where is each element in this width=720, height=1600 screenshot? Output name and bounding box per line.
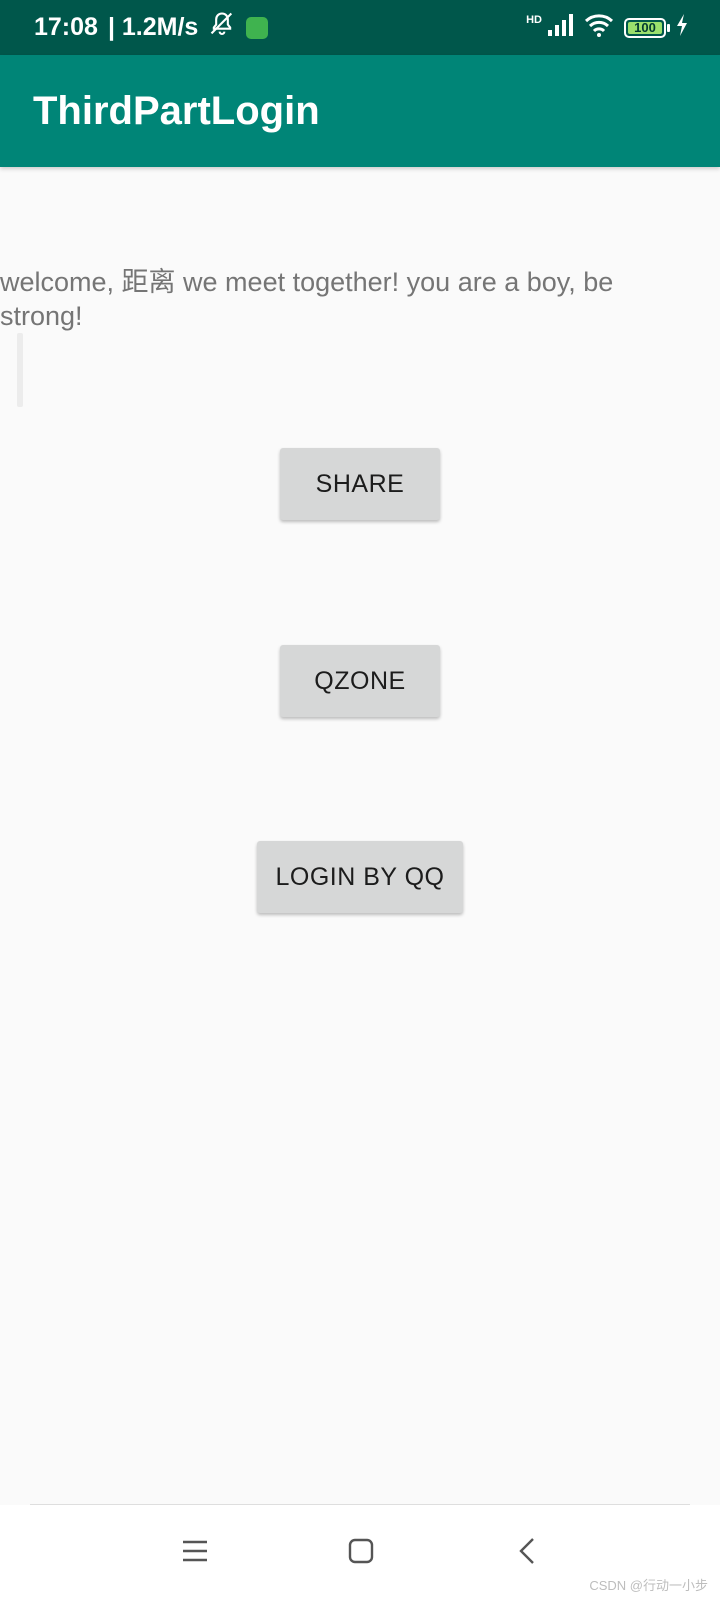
welcome-message: welcome, 距离 we meet together! you are a … [0, 267, 614, 331]
app-screen: 17:08 | 1.2M/s HD 100 ThirdPartLogin wel… [0, 0, 720, 1600]
share-button[interactable]: SHARE [280, 448, 440, 520]
network-speed: | 1.2M/s [107, 13, 199, 41]
app-title: ThirdPartLogin [33, 88, 320, 133]
charging-icon [676, 14, 688, 41]
hd-label: HD [526, 13, 542, 26]
battery-level: 100 [628, 20, 662, 35]
back-icon [518, 1537, 536, 1570]
watermark: CSDN @行动一小步 [589, 1578, 708, 1593]
mute-bell-icon [208, 10, 236, 45]
status-left: 17:08 | 1.2M/s [34, 10, 269, 45]
wifi-icon [584, 13, 614, 42]
status-time: 17:08 [34, 13, 98, 41]
text-input-field[interactable] [17, 333, 23, 407]
home-icon [348, 1538, 374, 1569]
status-right: HD 100 [526, 13, 688, 42]
battery-icon: 100 [624, 17, 670, 38]
back-button[interactable] [497, 1523, 557, 1583]
login-by-qq-button[interactable]: LOGIN BY QQ [257, 841, 463, 913]
signal-icon [548, 14, 574, 41]
app-bar: ThirdPartLogin [0, 55, 720, 167]
home-button[interactable] [331, 1523, 391, 1583]
menu-icon [182, 1540, 208, 1567]
app-notification-icon [246, 16, 269, 39]
qzone-button[interactable]: QZONE [280, 645, 440, 717]
status-bar: 17:08 | 1.2M/s HD 100 [0, 0, 720, 55]
navigation-bar: CSDN @行动一小步 [0, 1505, 720, 1600]
menu-button[interactable] [165, 1523, 225, 1583]
